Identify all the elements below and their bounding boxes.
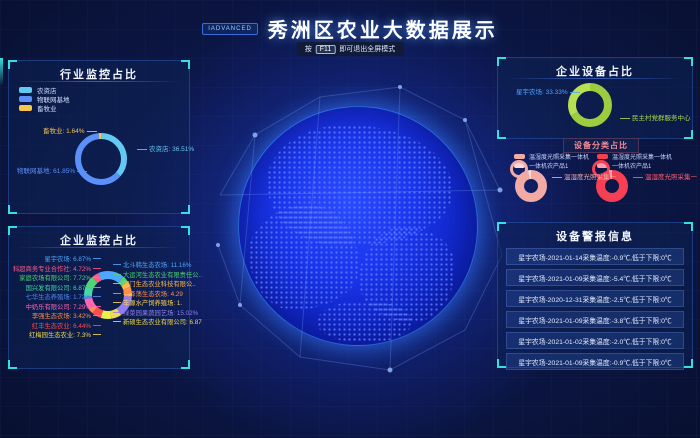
chart-callout: 星宇农场: 33.33% (516, 86, 580, 96)
chart-callout: 红丰生态农业: 6.44% (32, 321, 101, 331)
chart-callout: 科超商务专业合作社: 4.72% (13, 264, 101, 274)
f11-key-badge: F11 (316, 45, 336, 54)
legend-label: 温湿度光照采集一体机 (612, 152, 672, 161)
divider (506, 78, 684, 79)
legend-label: 一体机农产品1 (529, 161, 568, 170)
logo-badge: IADVANCED (202, 23, 258, 35)
legend-swatch (19, 105, 32, 111)
panel-title: 企业监控占比 (9, 232, 189, 248)
alarm-row[interactable]: 星宇农场-2020-12-31采集温度:-2.5℃,低于下限:0℃ (506, 290, 684, 307)
page-title: 秀洲区农业大数据展示 (268, 14, 498, 43)
chart-callout: 星宇农场: 6.87% (44, 254, 101, 264)
chart-callout: 畜牧业: 1.64% (43, 125, 97, 135)
chart-callout: 温湿度光照采集一 (633, 171, 697, 181)
divider (17, 81, 181, 82)
chart-callout: 物联网基地: 61.85% (17, 165, 87, 175)
chart-callout: 中奶乐有限公司: 7.29% (26, 302, 101, 312)
chart-callout: 丰源水产饲养殖场: 1. (113, 298, 182, 308)
panel-enterprise-monitor: 企业监控占比 星宇农场: 6.87% 科超商务专业合作社: 4.72% 家庭农场… (8, 226, 190, 369)
legend-label: 畜牧业 (37, 103, 57, 113)
edge-accent (0, 58, 3, 86)
chart-callout: 阳门生态农业科技有限公.. (113, 279, 196, 289)
panel-device-alarms: 设备警报信息 星宇农场-2021-01-14采集温度:-0.9℃,低于下限:0℃… (497, 222, 693, 368)
chart-callout: 北斗韩生态农场: 11.16% (113, 260, 191, 270)
legend-item[interactable]: 畜牧业 (19, 103, 70, 112)
legend-swatch (597, 154, 608, 159)
legend-item[interactable]: 温湿度光照采集一体机 (514, 152, 589, 161)
header: IADVANCED 秀洲区农业大数据展示 (0, 14, 700, 43)
alarm-list: 星宇农场-2021-01-14采集温度:-0.9℃,低于下限:0℃ 星宇农场-2… (506, 248, 684, 370)
chart-callout: 国兴发有限公司: 6.87% (26, 283, 101, 293)
chart-callout: 温湿度光照采集一 (552, 171, 616, 181)
chart-callout: 新硕生态农业有限公司: 6.87 (113, 317, 202, 327)
industry-legend: 农资店 物联网基地 畜牧业 (19, 85, 70, 112)
alarm-row[interactable]: 星宇农场-2021-01-09采集温度:-5.4℃,低于下限:0℃ (506, 269, 684, 286)
hint-suffix: 即可退出全屏模式 (339, 44, 395, 54)
chart-callout: 民主村党群服务中心 (620, 112, 691, 122)
panel-title: 设备警报信息 (498, 228, 692, 244)
panel-title: 行业监控占比 (9, 66, 189, 82)
legend-swatch (19, 96, 32, 102)
alarm-row[interactable]: 星宇农场-2021-01-14采集温度:-0.9℃,低于下限:0℃ (506, 248, 684, 265)
hint-prefix: 按 (305, 44, 312, 54)
legend-swatch (19, 87, 32, 93)
divider (17, 247, 181, 248)
chart-callout: 李强生态农场: 3.42% (32, 311, 101, 321)
fullscreen-hint: 按 F11 即可退出全屏模式 (297, 42, 404, 56)
chart-callout: 大运河生态农业有限责任公.. (113, 270, 202, 280)
chart-callout: 鸭泽荡生态农场: 4.29 (113, 289, 183, 299)
dashboard: IADVANCED 秀洲区农业大数据展示 按 F11 即可退出全屏模式 行业监控… (0, 0, 700, 438)
panel-title: 企业设备占比 (498, 63, 692, 79)
legend-label: 一体机农产品1 (612, 161, 651, 170)
legend-item[interactable]: 温湿度光照采集一体机 (597, 152, 672, 161)
legend-swatch (514, 154, 525, 159)
industry-donut-chart[interactable] (75, 133, 127, 185)
alarm-row[interactable]: 星宇农场-2021-01-02采集温度:-2.0℃,低于下限:0℃ (506, 332, 684, 349)
chart-callout: 七华生态养殖场: 1.72% (26, 292, 101, 302)
panel-industry-monitor: 行业监控占比 农资店 物联网基地 畜牧业 畜牧业: 1.64% (8, 60, 190, 214)
alarm-row[interactable]: 星宇农场-2021-01-09采集温度:-3.8℃,低于下限:0℃ (506, 311, 684, 328)
legend-label: 温湿度光照采集一体机 (529, 152, 589, 161)
chart-callout: 家庭农场有限公司: 7.72% (19, 273, 101, 283)
chart-callout: 绿菜园果蔬园艺场: 15.02% (113, 308, 198, 318)
network-lines (210, 75, 510, 375)
device-class-title: 设备分类占比 (563, 138, 639, 153)
panel-device-ratio: 企业设备占比 星宇农场: 33.33% 民主村党群服务中心 (497, 57, 693, 139)
enterprise-labels-left: 星宇农场: 6.87% 科超商务专业合作社: 4.72% 家庭农场有限公司: 7… (15, 254, 101, 340)
device-class-donut-left[interactable] (515, 170, 547, 202)
chart-callout: 红梅园生态农业: 7.3% (29, 330, 101, 340)
alarm-row[interactable]: 星宇农场-2021-01-09采集温度:-0.9℃,低于下限:0℃ (506, 353, 684, 370)
enterprise-labels-right: 北斗韩生态农场: 11.16% 大运河生态农业有限责任公.. 阳门生态农业科技有… (113, 260, 197, 327)
chart-callout: 农资店: 36.51% (137, 143, 194, 153)
